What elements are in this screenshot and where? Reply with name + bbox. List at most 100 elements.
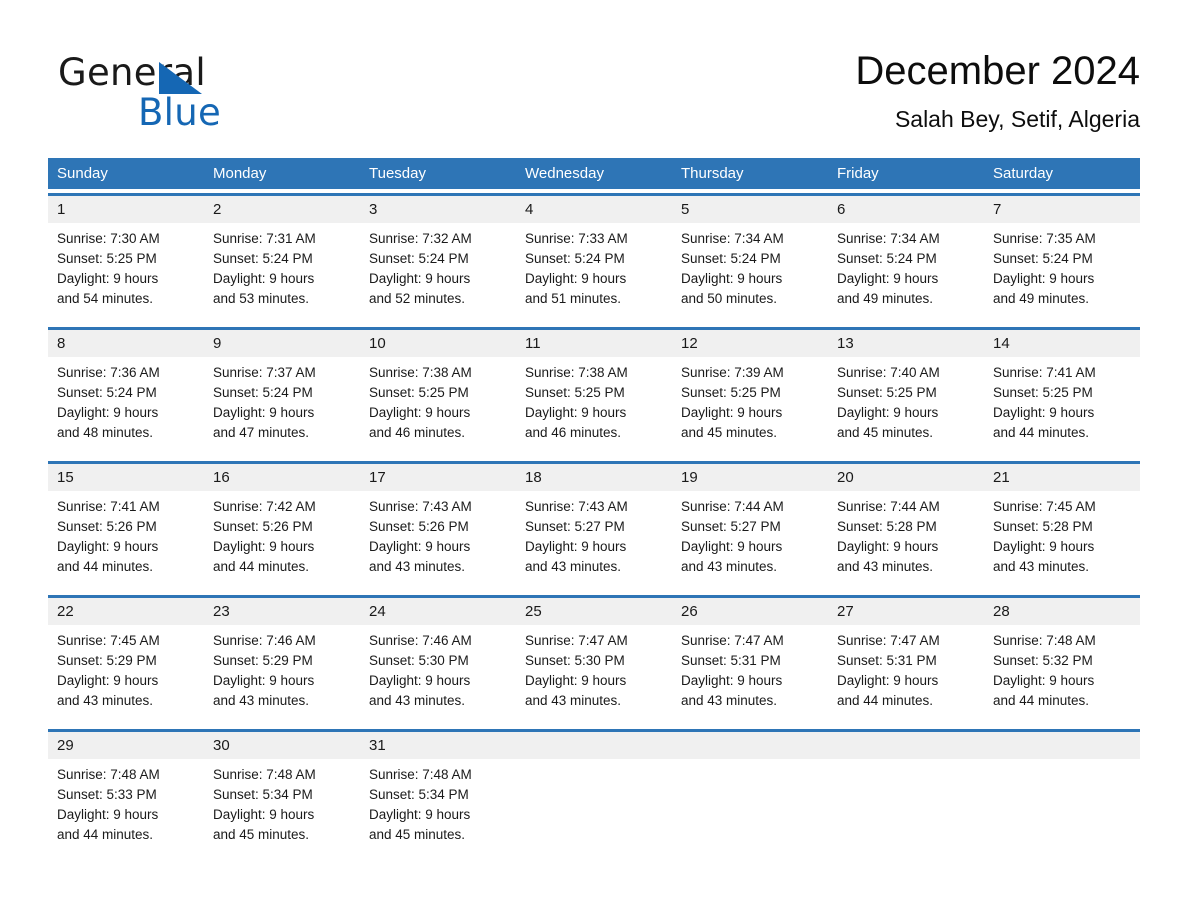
day-cell[interactable]: Sunrise: 7:45 AM Sunset: 5:28 PM Daylight:…	[984, 491, 1140, 591]
day-number[interactable]: 3	[360, 196, 516, 223]
day-info-line: and 43 minutes.	[525, 693, 622, 708]
day-number[interactable]: 29	[48, 732, 204, 759]
day-cell[interactable]: Sunrise: 7:43 AM Sunset: 5:27 PM Daylight:…	[516, 491, 672, 591]
day-cell[interactable]: Sunrise: 7:42 AM Sunset: 5:26 PM Daylight:…	[204, 491, 360, 591]
day-info-line: Daylight: 9 hours	[837, 673, 939, 688]
day-info-line: Sunrise: 7:41 AM	[57, 499, 160, 514]
day-number[interactable]: 22	[48, 598, 204, 625]
day-number[interactable]: 26	[672, 598, 828, 625]
day-info-line: Sunrise: 7:37 AM	[213, 365, 316, 380]
day-number[interactable]: 6	[828, 196, 984, 223]
week-detail-band: Sunrise: 7:45 AM Sunset: 5:29 PM Daylight:…	[48, 625, 1140, 725]
day-number[interactable]: 4	[516, 196, 672, 223]
day-number[interactable]: 5	[672, 196, 828, 223]
day-info-line: Sunset: 5:34 PM	[369, 787, 469, 802]
day-number[interactable]: 15	[48, 464, 204, 491]
day-info-line: and 54 minutes.	[57, 291, 154, 306]
day-cell[interactable]: Sunrise: 7:39 AM Sunset: 5:25 PM Daylight:…	[672, 357, 828, 457]
day-number[interactable]: 21	[984, 464, 1140, 491]
day-info-line: Sunset: 5:29 PM	[213, 653, 313, 668]
day-cell[interactable]: Sunrise: 7:44 AM Sunset: 5:27 PM Daylight:…	[672, 491, 828, 591]
day-number[interactable]: 18	[516, 464, 672, 491]
day-cell[interactable]: Sunrise: 7:47 AM Sunset: 5:31 PM Daylight:…	[672, 625, 828, 725]
day-number[interactable]: 2	[204, 196, 360, 223]
day-cell[interactable]: Sunrise: 7:36 AM Sunset: 5:24 PM Daylight:…	[48, 357, 204, 457]
day-number[interactable]: 1	[48, 196, 204, 223]
day-cell[interactable]: Sunrise: 7:45 AM Sunset: 5:29 PM Daylight:…	[48, 625, 204, 725]
day-info-line: and 49 minutes.	[993, 291, 1090, 306]
day-info-line: Sunset: 5:32 PM	[993, 653, 1093, 668]
day-cell[interactable]: Sunrise: 7:46 AM Sunset: 5:29 PM Daylight:…	[204, 625, 360, 725]
day-cell[interactable]: Sunrise: 7:30 AM Sunset: 5:25 PM Daylight:…	[48, 223, 204, 323]
day-number[interactable]: 7	[984, 196, 1140, 223]
day-cell[interactable]: Sunrise: 7:41 AM Sunset: 5:26 PM Daylight:…	[48, 491, 204, 591]
day-number[interactable]: 16	[204, 464, 360, 491]
day-number[interactable]: 11	[516, 330, 672, 357]
day-number[interactable]: 30	[204, 732, 360, 759]
day-cell[interactable]: Sunrise: 7:47 AM Sunset: 5:31 PM Daylight:…	[828, 625, 984, 725]
day-cell[interactable]: Sunrise: 7:31 AM Sunset: 5:24 PM Daylight:…	[204, 223, 360, 323]
day-info-line: Sunset: 5:24 PM	[525, 251, 625, 266]
day-cell[interactable]: Sunrise: 7:41 AM Sunset: 5:25 PM Daylight:…	[984, 357, 1140, 457]
day-info-line: Daylight: 9 hours	[525, 673, 627, 688]
day-info-line: Sunset: 5:24 PM	[213, 385, 313, 400]
calendar-week-row: 29 30 31 Sunrise: 7:48 AM Sunset: 5:33 PM Day…	[48, 729, 1140, 859]
day-info-line: and 44 minutes.	[993, 693, 1090, 708]
day-cell[interactable]: Sunrise: 7:48 AM Sunset: 5:32 PM Daylight:…	[984, 625, 1140, 725]
day-number[interactable]: 24	[360, 598, 516, 625]
day-number[interactable]: 17	[360, 464, 516, 491]
day-info-line: and 43 minutes.	[369, 559, 466, 574]
day-info-line: Daylight: 9 hours	[837, 539, 939, 554]
day-info-line: Sunset: 5:24 PM	[837, 251, 937, 266]
day-cell[interactable]: Sunrise: 7:35 AM Sunset: 5:24 PM Daylight:…	[984, 223, 1140, 323]
day-cell[interactable]: Sunrise: 7:44 AM Sunset: 5:28 PM Daylight:…	[828, 491, 984, 591]
day-cell[interactable]: Sunrise: 7:34 AM Sunset: 5:24 PM Daylight:…	[672, 223, 828, 323]
week-detail-band: Sunrise: 7:48 AM Sunset: 5:33 PM Daylight:…	[48, 759, 1140, 859]
day-info-line: Daylight: 9 hours	[681, 405, 783, 420]
day-cell[interactable]: Sunrise: 7:48 AM Sunset: 5:33 PM Daylight:…	[48, 759, 204, 859]
day-cell[interactable]: Sunrise: 7:33 AM Sunset: 5:24 PM Daylight:…	[516, 223, 672, 323]
day-number[interactable]: 10	[360, 330, 516, 357]
day-info-line: Sunrise: 7:48 AM	[213, 767, 316, 782]
day-cell[interactable]: Sunrise: 7:37 AM Sunset: 5:24 PM Daylight:…	[204, 357, 360, 457]
day-number[interactable]: 28	[984, 598, 1140, 625]
day-cell[interactable]: Sunrise: 7:32 AM Sunset: 5:24 PM Daylight:…	[360, 223, 516, 323]
day-info-line: Daylight: 9 hours	[993, 405, 1095, 420]
day-cell[interactable]: Sunrise: 7:48 AM Sunset: 5:34 PM Daylight:…	[204, 759, 360, 859]
day-info-line: Sunrise: 7:45 AM	[57, 633, 160, 648]
day-number[interactable]: 25	[516, 598, 672, 625]
title-block: December 2024 Salah Bey, Setif, Algeria	[855, 44, 1140, 136]
day-info-line: Daylight: 9 hours	[837, 271, 939, 286]
day-number[interactable]: 31	[360, 732, 516, 759]
day-number[interactable]: 14	[984, 330, 1140, 357]
day-number[interactable]: 27	[828, 598, 984, 625]
day-info-line: Sunrise: 7:47 AM	[837, 633, 940, 648]
day-number[interactable]: 8	[48, 330, 204, 357]
day-info-line: Sunset: 5:28 PM	[993, 519, 1093, 534]
weekday-header-wednesday: Wednesday	[525, 165, 604, 182]
day-cell[interactable]: Sunrise: 7:47 AM Sunset: 5:30 PM Daylight:…	[516, 625, 672, 725]
day-cell[interactable]: Sunrise: 7:40 AM Sunset: 5:25 PM Daylight:…	[828, 357, 984, 457]
day-number[interactable]: 12	[672, 330, 828, 357]
day-info-line: and 53 minutes.	[213, 291, 310, 306]
day-number[interactable]: 19	[672, 464, 828, 491]
day-cell[interactable]: Sunrise: 7:34 AM Sunset: 5:24 PM Daylight:…	[828, 223, 984, 323]
day-info-line: Sunrise: 7:45 AM	[993, 499, 1096, 514]
day-info-line: Sunset: 5:26 PM	[369, 519, 469, 534]
day-cell[interactable]: Sunrise: 7:48 AM Sunset: 5:34 PM Daylight:…	[360, 759, 516, 859]
day-number[interactable]: 13	[828, 330, 984, 357]
page-header: General Blue December 2024 Salah Bey, Se…	[48, 44, 1140, 144]
day-info-line: Sunset: 5:33 PM	[57, 787, 157, 802]
day-number[interactable]: 20	[828, 464, 984, 491]
day-info-line: Sunrise: 7:42 AM	[213, 499, 316, 514]
day-cell[interactable]: Sunrise: 7:43 AM Sunset: 5:26 PM Daylight:…	[360, 491, 516, 591]
day-number[interactable]: 23	[204, 598, 360, 625]
day-info-line: and 43 minutes.	[369, 693, 466, 708]
day-number[interactable]: 9	[204, 330, 360, 357]
day-cell[interactable]: Sunrise: 7:46 AM Sunset: 5:30 PM Daylight:…	[360, 625, 516, 725]
general-blue-logo: General Blue	[58, 52, 358, 138]
day-cell[interactable]: Sunrise: 7:38 AM Sunset: 5:25 PM Daylight:…	[516, 357, 672, 457]
day-info-line: Sunset: 5:26 PM	[57, 519, 157, 534]
day-cell[interactable]: Sunrise: 7:38 AM Sunset: 5:25 PM Daylight:…	[360, 357, 516, 457]
day-info-line: Daylight: 9 hours	[525, 271, 627, 286]
